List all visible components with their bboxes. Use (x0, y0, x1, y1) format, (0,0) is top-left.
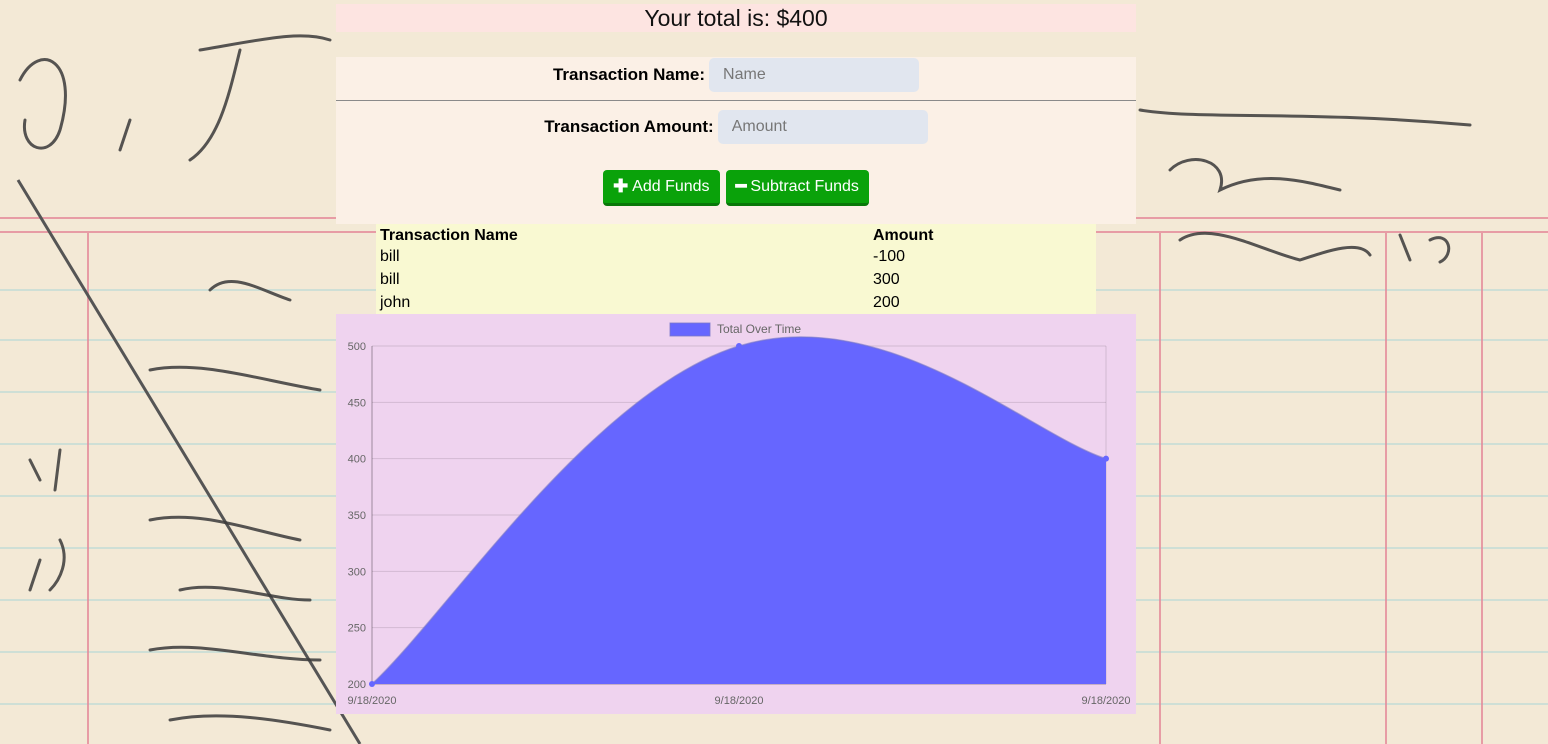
y-tick-label: 300 (348, 566, 366, 578)
subtract-funds-label: Subtract Funds (750, 177, 859, 195)
name-row: Transaction Name: (336, 57, 1136, 93)
data-point (1103, 455, 1109, 462)
cell-name: bill (380, 248, 400, 266)
total-text: Your total is: $400 (644, 5, 828, 31)
x-tick-label: 9/18/2020 (715, 695, 764, 707)
table-row: bill 300 (376, 269, 1096, 292)
table-header-row: Transaction Name Amount (376, 224, 1096, 246)
divider (336, 100, 1136, 101)
header-amount: Amount (873, 227, 934, 244)
name-label: Transaction Name: (552, 65, 706, 84)
subtract-funds-button[interactable]: ━ Subtract Funds (725, 170, 869, 206)
transactions-table: Transaction Name Amount bill -100 bill 3… (376, 224, 1096, 314)
y-tick-label: 350 (348, 510, 366, 522)
transaction-name-input[interactable] (709, 58, 920, 92)
table-row: john 200 (376, 291, 1096, 314)
transaction-form: Transaction Name: Transaction Amount: ✚ … (336, 57, 1136, 224)
header-transaction-name: Transaction Name (380, 227, 518, 244)
button-row: ✚ Add Funds ━ Subtract Funds (336, 170, 1136, 208)
cell-amount: 200 (873, 293, 900, 311)
add-funds-label: Add Funds (632, 177, 710, 195)
plus-icon: ✚ (613, 176, 629, 196)
series-area (372, 336, 1106, 684)
chart-canvas: 200 250 300 350 400 450 500 9/18/2020 9/18/2020 9… (348, 322, 1131, 707)
y-tick-label: 250 (348, 623, 366, 635)
x-tick-label: 9/18/2020 (348, 695, 397, 707)
cell-amount: 300 (873, 270, 900, 288)
table-row: bill -100 (376, 246, 1096, 269)
x-tick-label: 9/18/2020 (1082, 695, 1131, 707)
data-point (369, 681, 375, 687)
legend-label: Total Over Time (717, 322, 801, 336)
y-tick-label: 450 (348, 397, 366, 409)
budget-tracker-app: Your total is: $400 Transaction Name: Tr… (336, 0, 1136, 744)
y-tick-label: 200 (348, 679, 366, 691)
transaction-amount-input[interactable] (717, 110, 928, 144)
amount-label: Transaction Amount: (544, 117, 714, 136)
y-tick-label: 400 (348, 454, 366, 466)
cell-name: bill (380, 270, 400, 288)
cell-name: john (380, 293, 411, 311)
total-banner: Your total is: $400 (336, 4, 1136, 32)
legend-swatch (669, 322, 711, 337)
minus-icon: ━ (735, 176, 747, 196)
total-over-time-chart: 200 250 300 350 400 450 500 9/18/2020 9/18/2020 9… (336, 314, 1136, 714)
data-point (736, 343, 742, 349)
amount-row: Transaction Amount: (336, 109, 1136, 145)
add-funds-button[interactable]: ✚ Add Funds (603, 170, 720, 206)
cell-amount: -100 (873, 248, 906, 266)
y-tick-label: 500 (348, 341, 366, 353)
